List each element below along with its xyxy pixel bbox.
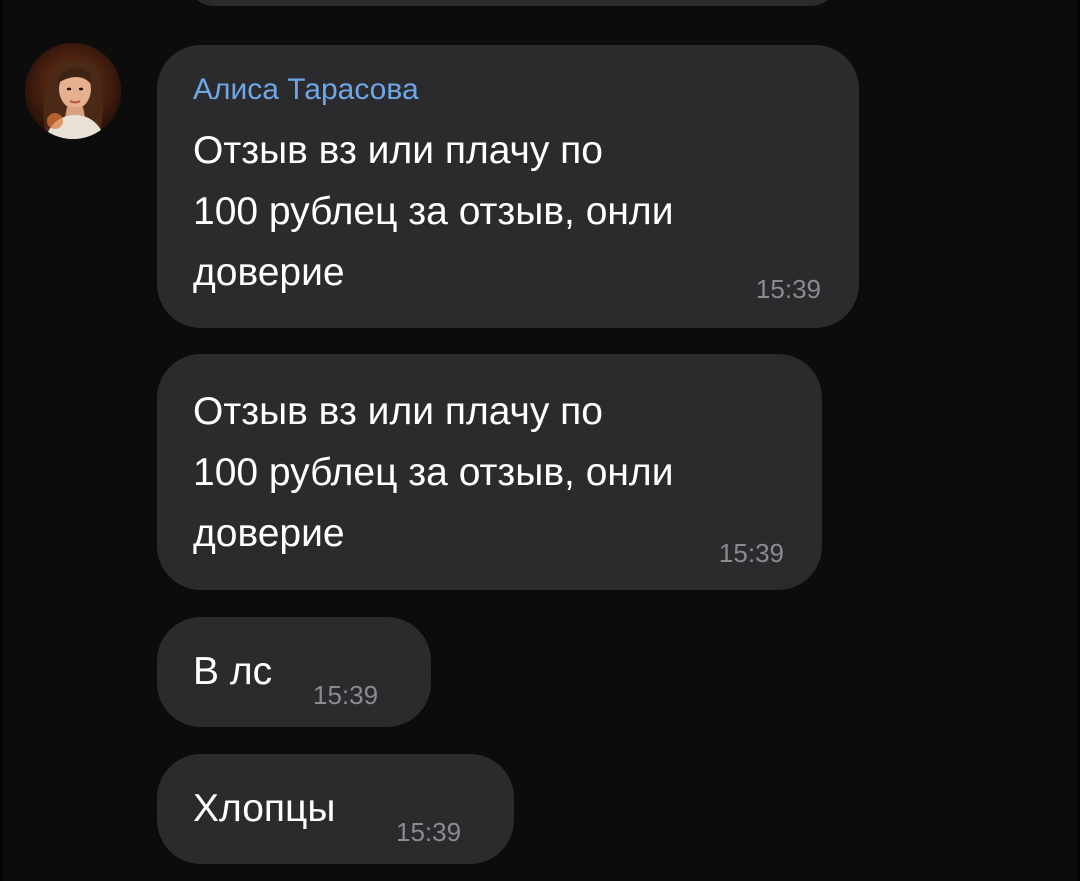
user-avatar[interactable] [25,43,121,139]
message-bubble[interactable]: В лс 15:39 [157,617,431,727]
message-bubble[interactable]: Алиса Тарасова Отзыв вз или плачу по 100… [157,45,859,328]
message-bubble[interactable]: Отзыв вз или плачу по 100 рублец за отзы… [157,354,822,590]
sender-name[interactable]: Алиса Тарасова [193,73,419,107]
message-text: Хлопцы [193,787,336,830]
message-timestamp: 15:39 [313,680,379,710]
message-text: Отзыв вз или плачу по 100 рублец за отзы… [193,390,674,555]
message-timestamp: 15:39 [396,817,462,847]
message-text: Отзыв вз или плачу по 100 рублец за отзы… [193,129,674,294]
message-bubble[interactable]: Хлопцы 15:39 [157,754,514,864]
screen-edge-left [0,0,3,881]
previous-message-bubble[interactable] [185,0,840,6]
message-timestamp: 15:39 [718,538,784,568]
user-avatar-photo-icon [25,43,121,139]
chat-screen: Алиса Тарасова Отзыв вз или плачу по 100… [0,0,1080,881]
message-timestamp: 15:39 [755,274,821,304]
message-text: В лс [193,650,273,693]
